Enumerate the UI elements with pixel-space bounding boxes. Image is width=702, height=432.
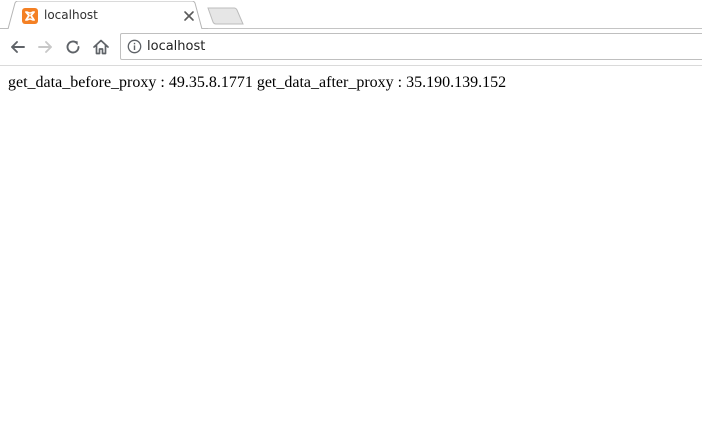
reload-button[interactable] <box>63 37 83 57</box>
home-button[interactable] <box>91 37 111 57</box>
browser-toolbar: localhost <box>0 29 702 66</box>
new-tab-icon[interactable] <box>206 7 246 25</box>
info-icon[interactable] <box>127 39 142 54</box>
back-arrow-icon <box>8 37 28 57</box>
forward-arrow-icon <box>35 37 55 57</box>
home-icon <box>91 37 111 57</box>
xampp-icon <box>22 8 38 24</box>
close-icon[interactable] <box>182 9 196 23</box>
address-text[interactable]: localhost <box>147 38 205 55</box>
back-button[interactable] <box>8 37 28 57</box>
tab-title: localhost <box>44 8 98 22</box>
tab-strip: localhost <box>0 0 702 29</box>
browser-window: localhost localhost get_data_before_prox… <box>0 0 702 432</box>
reload-icon <box>63 37 83 57</box>
forward-button[interactable] <box>35 37 55 57</box>
address-bar[interactable]: localhost <box>120 33 702 60</box>
proxy-output-text: get_data_before_proxy : 49.35.8.1771 get… <box>8 74 507 91</box>
page-content: get_data_before_proxy : 49.35.8.1771 get… <box>0 66 702 432</box>
tab-localhost[interactable]: localhost <box>0 1 208 29</box>
